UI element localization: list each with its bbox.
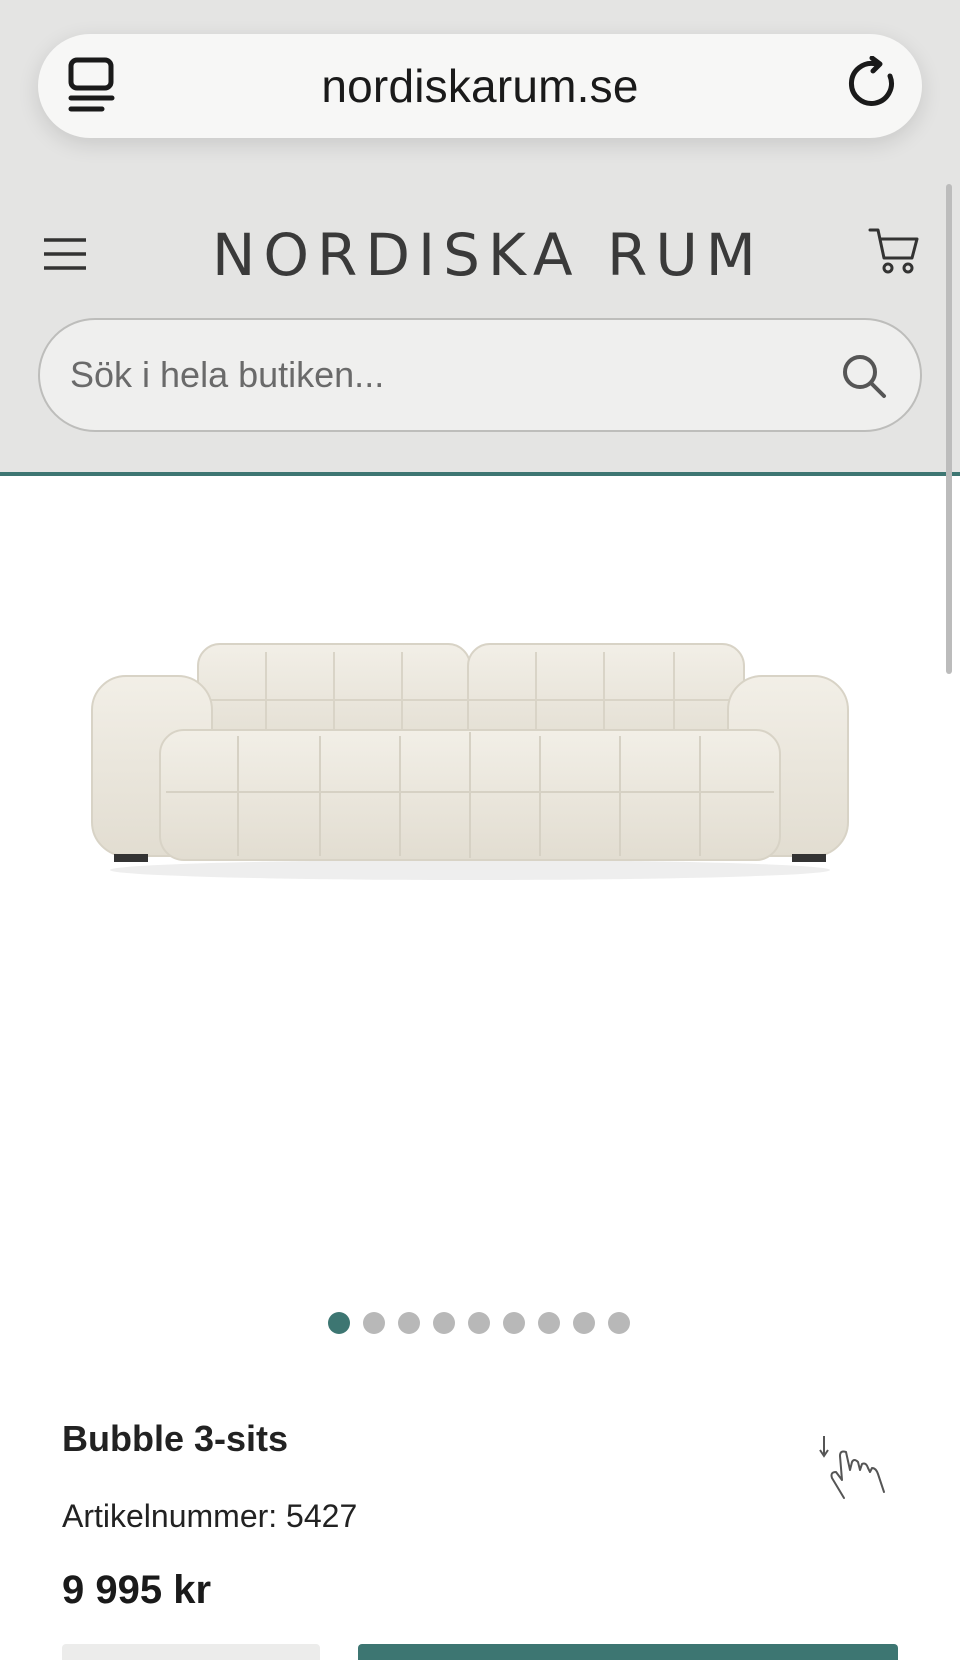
carousel-dots — [328, 1312, 630, 1336]
carousel-dot-4[interactable] — [433, 1312, 455, 1334]
product-price: 9 995 kr — [62, 1568, 212, 1612]
add-to-cart-button[interactable] — [358, 1644, 898, 1660]
carousel-dot-8[interactable] — [573, 1312, 595, 1334]
reload-icon[interactable] — [846, 56, 902, 112]
product-name: Bubble 3-sits — [62, 1418, 289, 1459]
carousel-dot-3[interactable] — [398, 1312, 420, 1334]
carousel-dot-1[interactable] — [328, 1312, 350, 1334]
carousel-dot-9[interactable] — [608, 1312, 630, 1334]
article-number: Artikelnummer: 5427 — [62, 1498, 358, 1534]
logo-text: NORDISKA RUM — [212, 221, 764, 289]
carousel-dot-2[interactable] — [363, 1312, 385, 1334]
carousel-dot-7[interactable] — [538, 1312, 560, 1334]
carousel-dot-6[interactable] — [503, 1312, 525, 1334]
browser-url[interactable]: nordiskarum.se — [321, 59, 638, 113]
browser-url-bar[interactable]: nordiskarum.se — [38, 34, 922, 138]
product-image[interactable] — [80, 620, 860, 890]
site-logo[interactable]: NORDISKA RUM — [212, 210, 764, 300]
search-input[interactable] — [70, 320, 830, 430]
header-divider — [0, 472, 960, 476]
quantity-field[interactable] — [62, 1644, 320, 1660]
cart-icon[interactable] — [868, 226, 920, 278]
search-icon[interactable] — [840, 352, 888, 400]
site-header: NORDISKA RUM — [0, 200, 960, 310]
carousel-dot-5[interactable] — [468, 1312, 490, 1334]
tabs-icon[interactable] — [68, 56, 118, 114]
menu-icon[interactable] — [42, 234, 88, 274]
scroll-hand-icon — [819, 1436, 885, 1499]
search-box[interactable] — [38, 318, 922, 432]
scrollbar[interactable] — [946, 184, 952, 674]
